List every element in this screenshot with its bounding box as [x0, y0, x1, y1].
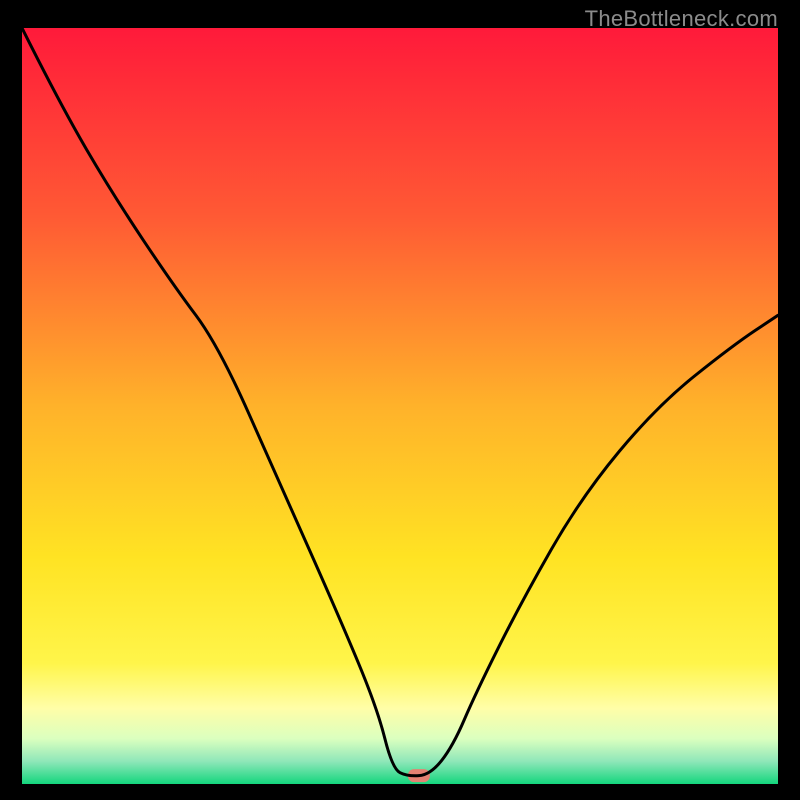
plot-svg [22, 28, 778, 784]
plot-area [22, 28, 778, 784]
gradient-background [22, 28, 778, 784]
chart-frame: TheBottleneck.com [0, 0, 800, 800]
attribution-text: TheBottleneck.com [585, 6, 778, 32]
